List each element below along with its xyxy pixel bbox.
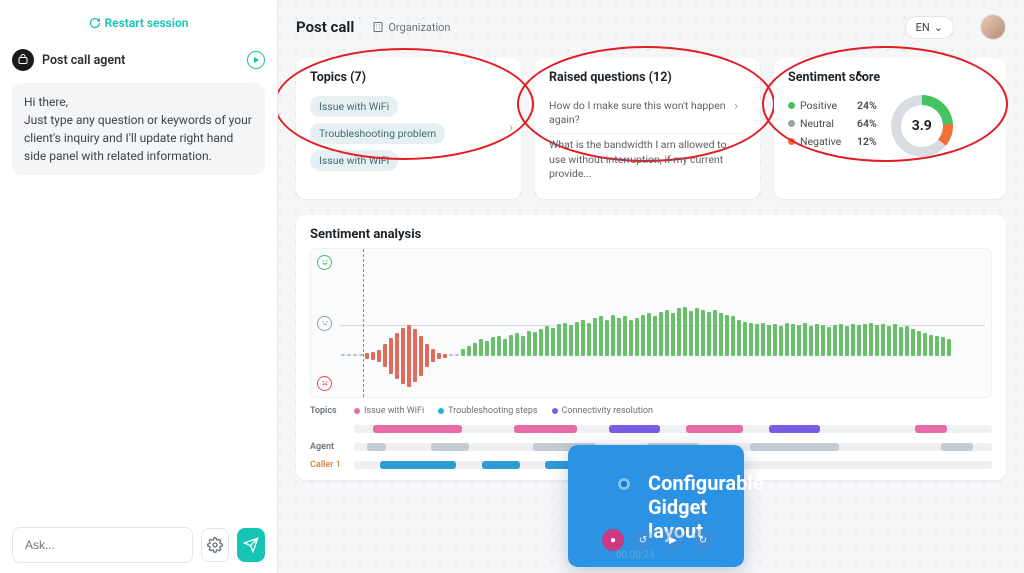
send-button[interactable] xyxy=(237,528,265,562)
sentiment-score-value: 3.9 xyxy=(901,105,943,147)
cursor-icon: ↖ xyxy=(855,68,866,83)
user-avatar[interactable] xyxy=(980,14,1006,40)
topics-card-title: Topics (7) xyxy=(310,70,507,85)
neutral-face-icon xyxy=(317,316,332,331)
language-selector[interactable]: EN ⌄ xyxy=(905,16,954,39)
sad-face-icon xyxy=(317,376,332,391)
topic-tag[interactable]: Issue with WiFi xyxy=(310,150,398,171)
restart-session-label: Restart session xyxy=(105,16,189,30)
topbar: Post call Organization EN ⌄ xyxy=(296,14,1006,40)
chevron-right-icon[interactable]: › xyxy=(509,121,513,136)
topics-card: Topics (7) › Issue with WiFi Troubleshoo… xyxy=(296,58,521,199)
banner-marker-icon xyxy=(618,478,630,490)
timecode-label: 00:00:24 xyxy=(616,550,655,561)
topic-tag[interactable]: Troubleshooting problem xyxy=(310,123,445,144)
chevron-down-icon: ⌄ xyxy=(934,21,943,34)
agent-title: Post call agent xyxy=(42,53,239,68)
happy-face-icon xyxy=(317,255,332,270)
chevron-right-icon: › xyxy=(734,98,738,116)
question-item[interactable]: What is the bandwidth I am allowed to us… xyxy=(549,134,746,187)
topics-track-row: Topics Issue with WiFi Troubleshooting s… xyxy=(310,406,992,416)
positive-dot-icon xyxy=(788,102,795,109)
agent-avatar-icon xyxy=(12,49,34,71)
neutral-dot-icon xyxy=(788,120,795,127)
topics-track[interactable] xyxy=(354,425,992,433)
play-button[interactable]: ▶ xyxy=(662,529,684,551)
settings-button[interactable] xyxy=(201,528,229,562)
agent-message-greeting: Hi there, xyxy=(24,95,68,109)
agent-message-body: Just type any question or keywords of yo… xyxy=(24,113,252,163)
main-area: Post call Organization EN ⌄ Topics (7) ›… xyxy=(278,0,1024,573)
ask-input[interactable] xyxy=(12,527,193,563)
rewind-button[interactable]: ↺ xyxy=(632,529,654,551)
page-title: Post call xyxy=(296,18,354,36)
building-icon xyxy=(372,21,384,33)
negative-dot-icon xyxy=(788,138,795,145)
refresh-icon xyxy=(89,17,101,29)
playback-controls: ● ↺ ▶ ↻ xyxy=(602,529,714,551)
sidebar: Restart session Post call agent Hi there… xyxy=(0,0,278,573)
gear-icon xyxy=(207,537,223,553)
topic-tag[interactable]: Issue with WiFi xyxy=(310,96,398,117)
questions-card: Raised questions (12) How do I make sure… xyxy=(535,58,760,199)
sentiment-timeline-chart[interactable] xyxy=(310,248,992,398)
restart-session-link[interactable]: Restart session xyxy=(89,16,189,30)
sentiment-score-card: ↖ Sentiment score Positive24% Neutral64%… xyxy=(774,58,1006,199)
questions-card-title: Raised questions (12) xyxy=(549,70,746,85)
sentiment-analysis-card: Sentiment analysis Topics Issue with xyxy=(296,215,1006,480)
organization-pill[interactable]: Organization xyxy=(372,21,450,34)
agent-header: Post call agent xyxy=(12,43,265,77)
sentiment-analysis-title: Sentiment analysis xyxy=(310,227,992,242)
sentiment-card-title: Sentiment score xyxy=(788,70,992,85)
sentiment-breakdown: Positive24% Neutral64% Negative12% xyxy=(788,99,877,153)
record-button[interactable]: ● xyxy=(602,529,624,551)
play-icon[interactable] xyxy=(247,51,265,69)
chart-bars xyxy=(341,249,985,397)
sentiment-donut-chart: 3.9 xyxy=(891,95,953,157)
question-item[interactable]: How do I make sure this won't happen aga… xyxy=(549,95,746,134)
send-icon xyxy=(243,537,259,553)
agent-message: Hi there, Just type any question or keyw… xyxy=(12,83,265,175)
forward-button[interactable]: ↻ xyxy=(692,529,714,551)
